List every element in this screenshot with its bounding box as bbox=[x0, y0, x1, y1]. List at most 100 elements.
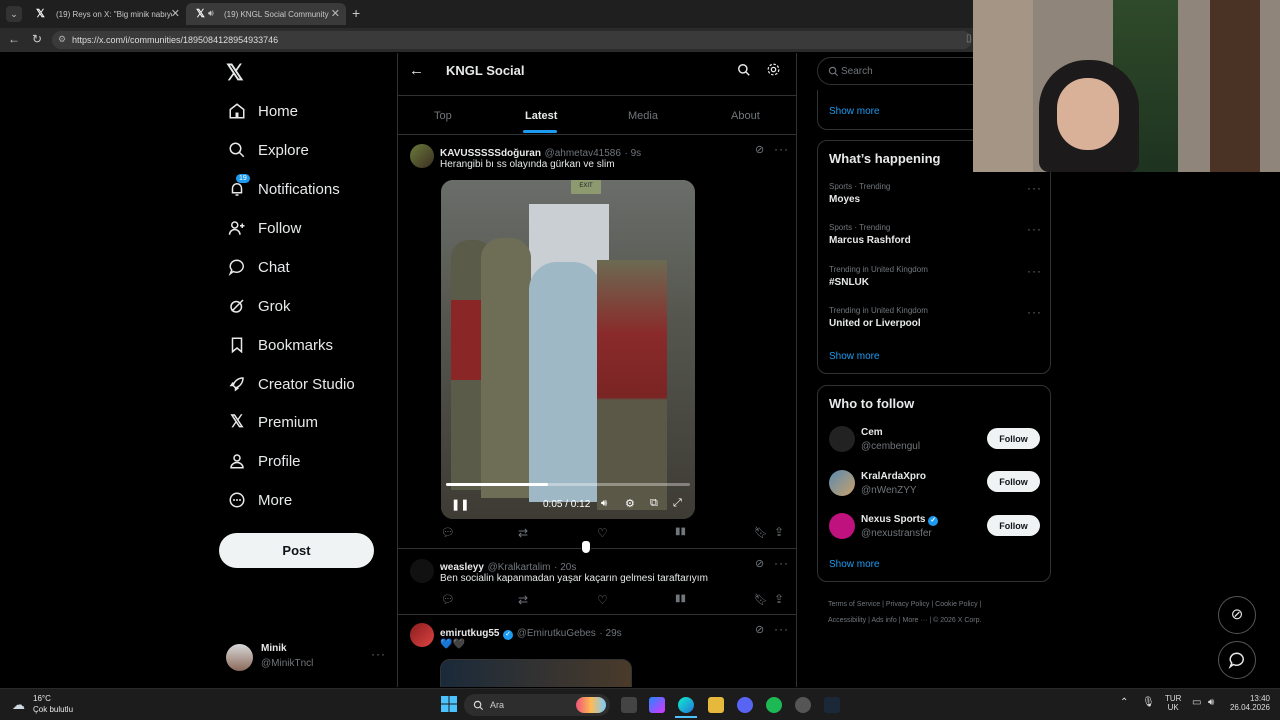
language-indicator[interactable]: TUR UK bbox=[1165, 694, 1181, 712]
follow-button[interactable]: Follow bbox=[987, 515, 1040, 536]
tweet-author-name[interactable]: KAVUSSSSSdoğuran bbox=[440, 148, 541, 159]
grok-icon[interactable]: ⊘ bbox=[755, 623, 764, 636]
steam-icon[interactable] bbox=[824, 697, 840, 713]
weather-text[interactable]: Çok bulutlu bbox=[33, 705, 73, 714]
tweet[interactable]: weasleyy @Kralkartalim · 20s ⊘ ··· Ben s… bbox=[398, 549, 796, 614]
show-more-link[interactable]: Show more bbox=[829, 106, 880, 117]
address-bar[interactable]: ⚙ https://x.com/i/communities/1895084128… bbox=[52, 31, 972, 49]
task-view-icon[interactable] bbox=[621, 697, 637, 713]
search-icon[interactable] bbox=[737, 63, 751, 80]
settings-icon[interactable] bbox=[766, 62, 781, 80]
tweet[interactable]: KAVUSSSSSdoğuran @ahmetav41586 · 9s ⊘ ··… bbox=[398, 135, 796, 548]
tab-list-icon[interactable]: ⌄ bbox=[6, 6, 22, 22]
show-more-link[interactable]: Show more bbox=[829, 351, 880, 362]
like-icon[interactable]: ♡ bbox=[597, 593, 608, 607]
video-progress-track[interactable] bbox=[446, 483, 690, 486]
more-dots-icon[interactable]: ··· bbox=[774, 142, 789, 156]
sidebar-item-bookmarks[interactable]: Bookmarks bbox=[226, 330, 333, 360]
user-handle[interactable]: @nexustransfer bbox=[861, 528, 932, 539]
user-handle[interactable]: @cembengul bbox=[861, 441, 920, 452]
grok-icon[interactable]: ⊘ bbox=[755, 143, 764, 156]
browser-tab-1[interactable]: 𝕏 (19) Reys on X: "Big minik nabıyon" ✕ bbox=[26, 3, 186, 25]
sidebar-item-grok[interactable]: Grok bbox=[226, 291, 291, 321]
settings-icon[interactable]: ⚙ bbox=[625, 497, 635, 510]
trend-item[interactable]: Trending in United Kingdom #SNLUK bbox=[829, 265, 928, 288]
more-dots-icon[interactable]: ··· bbox=[1027, 264, 1042, 278]
app-icon[interactable] bbox=[795, 697, 811, 713]
spotify-icon[interactable] bbox=[766, 697, 782, 713]
tab-media[interactable]: Media bbox=[628, 110, 658, 122]
more-dots-icon[interactable]: ··· bbox=[1027, 181, 1042, 195]
taskbar-search[interactable]: Ara bbox=[464, 694, 610, 716]
sidebar-item-explore[interactable]: Explore bbox=[226, 135, 309, 165]
browser-tab-2[interactable]: 𝕏 🔊︎ (19) KNGL Social Community ✕ bbox=[186, 3, 346, 25]
bookmark-icon[interactable]: 🔖︎ bbox=[754, 593, 768, 606]
sidebar-item-home[interactable]: Home bbox=[226, 96, 298, 126]
copilot-icon[interactable] bbox=[649, 697, 665, 713]
user-name-row[interactable]: Nexus Sports ✓ bbox=[861, 514, 939, 526]
network-icon[interactable]: ▭ bbox=[1192, 697, 1201, 708]
more-dots-icon[interactable]: ··· bbox=[1027, 305, 1042, 319]
user-name[interactable]: KralArdaXpro bbox=[861, 471, 926, 482]
sidebar-item-profile[interactable]: Profile bbox=[226, 446, 301, 476]
share-icon[interactable]: ⇪ bbox=[774, 592, 784, 606]
clock[interactable]: 13:40 26.04.2026 bbox=[1228, 694, 1270, 712]
back-arrow-icon[interactable]: ← bbox=[8, 32, 20, 46]
fullscreen-icon[interactable]: ⤢ bbox=[673, 497, 682, 510]
tweet-time[interactable]: · 20s bbox=[554, 562, 576, 573]
account-switcher[interactable]: Minik @MinikTncl ··· bbox=[226, 642, 386, 676]
sidebar-toggle-icon[interactable]: ▯ bbox=[966, 33, 972, 44]
tweet-author-handle[interactable]: @Kralkartalim bbox=[488, 562, 551, 573]
tweet-author-name[interactable]: emirutkug55 bbox=[440, 628, 499, 639]
trend-item[interactable]: Sports · Trending Moyes bbox=[829, 182, 890, 205]
sidebar-item-follow[interactable]: Follow bbox=[226, 213, 301, 243]
post-button[interactable]: Post bbox=[219, 533, 374, 568]
follow-button[interactable]: Follow bbox=[987, 428, 1040, 449]
bookmark-icon[interactable]: 🔖︎ bbox=[754, 526, 768, 539]
follow-button[interactable]: Follow bbox=[987, 471, 1040, 492]
tweet-author-name[interactable]: weasleyy bbox=[440, 562, 484, 573]
footer-link[interactable]: More ··· bbox=[903, 617, 928, 624]
site-info-icon[interactable]: ⚙ bbox=[58, 34, 66, 45]
show-more-link[interactable]: Show more bbox=[829, 559, 880, 570]
sidebar-item-premium[interactable]: 𝕏 Premium bbox=[226, 407, 318, 437]
like-icon[interactable]: ♡ bbox=[597, 526, 608, 540]
microphone-icon[interactable]: 🎙︎ bbox=[1142, 697, 1155, 708]
tweet-time[interactable]: · 9s bbox=[625, 148, 642, 159]
trend-item[interactable]: Trending in United Kingdom United or Liv… bbox=[829, 306, 928, 329]
volume-icon[interactable]: 🔊︎ bbox=[601, 498, 607, 509]
weather-icon[interactable]: ☁ bbox=[12, 697, 25, 713]
views-icon[interactable]: ▮▮ bbox=[675, 593, 686, 604]
footer-link[interactable]: Ads info bbox=[871, 617, 896, 624]
grok-icon[interactable]: ⊘ bbox=[755, 557, 764, 570]
tweet-author-handle[interactable]: @EmirutkuGebes bbox=[517, 628, 596, 639]
file-explorer-icon[interactable] bbox=[708, 697, 724, 713]
tab-top[interactable]: Top bbox=[434, 110, 452, 122]
close-tab-icon[interactable]: ✕ bbox=[331, 7, 340, 20]
footer-link[interactable]: Cookie Policy bbox=[935, 601, 977, 608]
pause-icon[interactable]: ❚❚ bbox=[451, 498, 469, 511]
share-icon[interactable]: ⇪ bbox=[774, 525, 784, 539]
reply-icon[interactable]: 💬︎ bbox=[441, 526, 455, 539]
footer-link[interactable]: Terms of Service bbox=[828, 601, 880, 608]
back-arrow-icon[interactable]: ← bbox=[409, 62, 424, 79]
grok-float-button[interactable]: ⊘ bbox=[1218, 596, 1256, 634]
reply-icon[interactable]: 💬︎ bbox=[441, 593, 455, 606]
repost-icon[interactable]: ⇄ bbox=[518, 593, 528, 607]
tweet-author-handle[interactable]: @ahmetav41586 bbox=[545, 148, 621, 159]
user-name[interactable]: Cem bbox=[861, 427, 883, 438]
chevron-up-icon[interactable]: ⌃ bbox=[1120, 697, 1128, 708]
windows-start-icon[interactable] bbox=[441, 696, 457, 715]
repost-icon[interactable]: ⇄ bbox=[518, 526, 528, 540]
more-dots-icon[interactable]: ··· bbox=[774, 556, 789, 570]
tweet-time[interactable]: · 29s bbox=[599, 628, 621, 639]
volume-icon[interactable]: 🔊︎ bbox=[1208, 697, 1214, 708]
footer-link[interactable]: Accessibility bbox=[828, 617, 866, 624]
user-handle[interactable]: @nWenZYY bbox=[861, 485, 917, 496]
discord-icon[interactable] bbox=[737, 697, 753, 713]
new-tab-icon[interactable]: + bbox=[352, 5, 360, 21]
search-input[interactable]: Search bbox=[817, 57, 987, 85]
sidebar-item-creator-studio[interactable]: Creator Studio bbox=[226, 369, 355, 399]
pip-icon[interactable]: ⧉ bbox=[650, 497, 658, 510]
edge-icon[interactable] bbox=[678, 697, 694, 713]
